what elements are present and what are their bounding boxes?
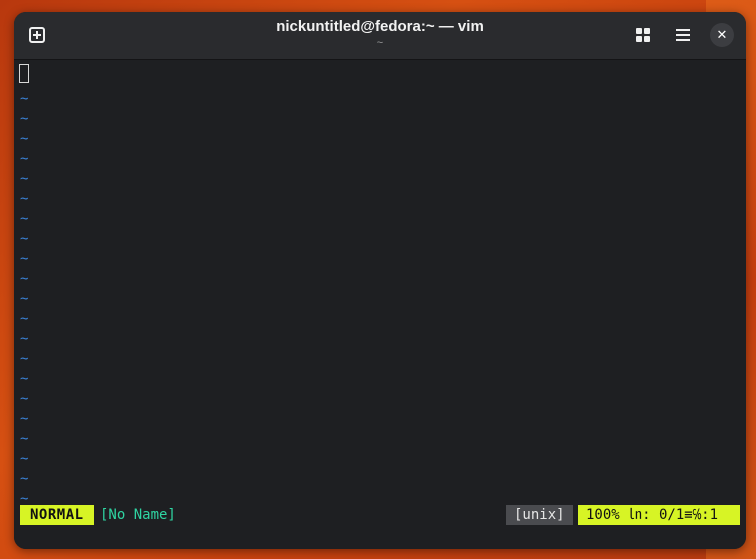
empty-line-marker: ~ [20, 171, 29, 187]
empty-line-marker: ~ [20, 91, 29, 107]
main-menu-button[interactable] [670, 22, 696, 48]
terminal-area[interactable]: ~ ~ ~ ~ ~ ~ ~ ~ ~ ~ ~ ~ ~ ~ ~ ~ ~ ~ ~ ~ ~ NORMAL [No Name] [… [14, 60, 746, 549]
close-icon: ✕ [716, 27, 728, 43]
empty-line-marker: ~ [20, 291, 29, 307]
empty-line-markers: ~ ~ ~ ~ ~ ~ ~ ~ ~ ~ ~ ~ ~ ~ ~ ~ ~ ~ ~ ~ ~ [20, 89, 28, 509]
empty-line-marker: ~ [20, 151, 29, 167]
empty-line-marker: ~ [20, 111, 29, 127]
empty-line-marker: ~ [20, 411, 29, 427]
empty-line-marker: ~ [20, 431, 29, 447]
grid-icon [636, 28, 650, 42]
empty-line-marker: ~ [20, 351, 29, 367]
empty-line-marker: ~ [20, 371, 29, 387]
empty-line-marker: ~ [20, 231, 29, 247]
empty-line-marker: ~ [20, 211, 29, 227]
text-cursor [19, 64, 29, 83]
empty-line-marker: ~ [20, 251, 29, 267]
close-button[interactable]: ✕ [710, 23, 734, 47]
file-format: [unix] [506, 505, 573, 525]
empty-line-marker: ~ [20, 271, 29, 287]
empty-line-marker: ~ [20, 311, 29, 327]
empty-line-marker: ~ [20, 471, 29, 487]
vim-statusline: NORMAL [No Name] [unix] 100% ㏑: 0/1≡℅:1 [20, 505, 740, 525]
mode-indicator: NORMAL [20, 505, 94, 525]
headerbar: nickuntitled@fedora:~ — vim ~ ✕ [14, 12, 746, 60]
terminal-window: nickuntitled@fedora:~ — vim ~ ✕ ~ ~ ~ ~ ~ ~ ~ ~… [14, 12, 746, 549]
empty-line-marker: ~ [20, 191, 29, 207]
tab-overview-button[interactable] [630, 22, 656, 48]
cursor-position: 100% ㏑: 0/1≡℅:1 [578, 505, 740, 525]
empty-line-marker: ~ [20, 451, 29, 467]
empty-line-marker: ~ [20, 391, 29, 407]
empty-line-marker: ~ [20, 331, 29, 347]
buffer-name: [No Name] [100, 507, 176, 523]
menu-icon [676, 29, 690, 41]
empty-line-marker: ~ [20, 131, 29, 147]
